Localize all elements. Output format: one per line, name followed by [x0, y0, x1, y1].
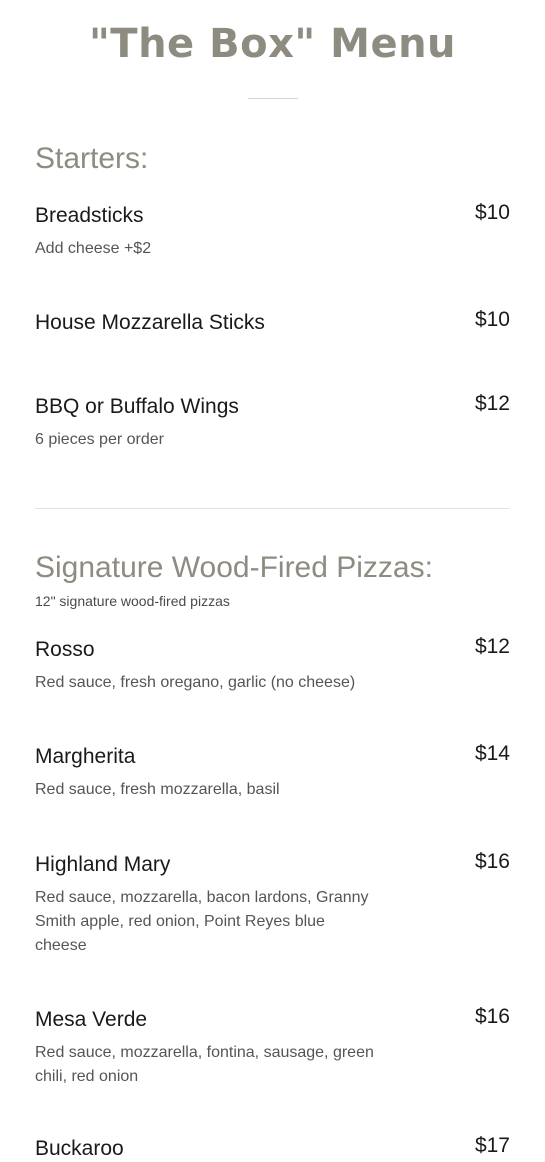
item-name: Breadsticks [35, 204, 144, 227]
item-name: Rosso [35, 638, 95, 661]
section-heading-starters: Starters: [35, 142, 149, 175]
item-name: House Mozzarella Sticks [35, 311, 265, 334]
item-price: $12 [474, 392, 510, 415]
item-description: Red sauce, mozzarella, bacon lardons, Gr… [35, 889, 369, 954]
item-price: $10 [474, 308, 510, 331]
item-name: Highland Mary [35, 853, 171, 876]
item-name: BBQ or Buffalo Wings [35, 395, 239, 418]
title-divider [248, 98, 298, 99]
item-price: $10 [474, 201, 510, 224]
section-divider [35, 508, 510, 509]
item-price: $14 [474, 742, 510, 765]
item-price: $12 [474, 635, 510, 658]
section-subtitle: 12" signature wood-fired pizzas [35, 593, 230, 609]
item-name: Mesa Verde [35, 1008, 148, 1031]
item-description: Add cheese +$2 [35, 240, 152, 257]
item-price: $16 [474, 850, 510, 873]
item-name: Buckaroo [35, 1137, 124, 1160]
item-description: Red sauce, fresh oregano, garlic (no che… [35, 674, 356, 691]
item-price: $17 [474, 1134, 510, 1157]
item-description: Red sauce, mozzarella, fontina, sausage,… [35, 1044, 374, 1085]
item-price: $16 [474, 1005, 510, 1028]
menu-title: "The Box" Menu [88, 21, 457, 67]
item-name: Margherita [35, 745, 136, 768]
item-description: Red sauce, fresh mozzarella, basil [35, 781, 280, 798]
item-description: 6 pieces per order [35, 431, 164, 448]
section-heading-pizzas: Signature Wood-Fired Pizzas: [35, 551, 433, 584]
